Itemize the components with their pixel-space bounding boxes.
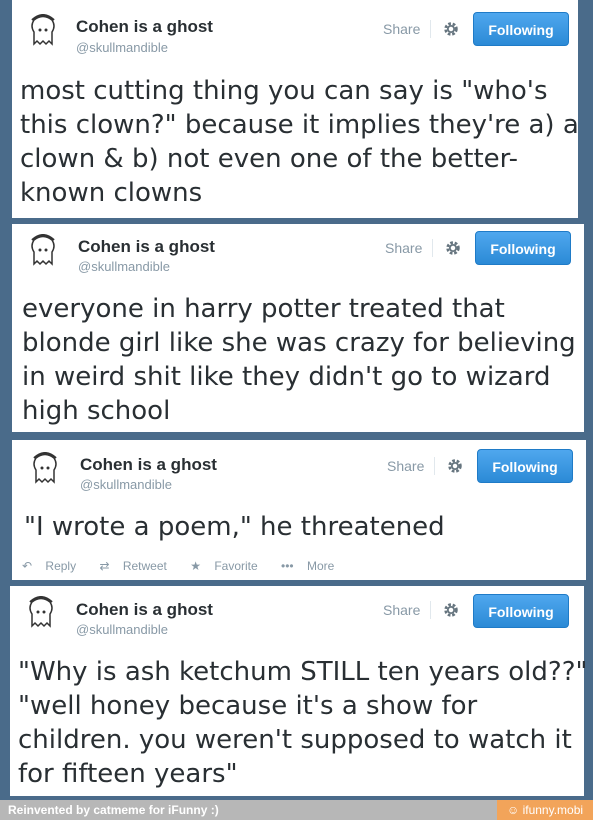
tweet-line: high school: [22, 396, 171, 426]
tweet-line: known clowns: [20, 178, 203, 208]
footer-site-badge[interactable]: ☺ ifunny.mobi: [497, 800, 593, 820]
ghost-avatar-icon[interactable]: [26, 14, 60, 50]
share-link[interactable]: Share: [387, 458, 424, 474]
tweet-line: in weird shit like they didn't go to wiz…: [22, 362, 551, 392]
divider: [430, 601, 431, 619]
tweet-text: "I wrote a poem," he threatened: [24, 510, 445, 544]
gear-icon[interactable]: [446, 457, 464, 475]
following-button[interactable]: Following: [475, 231, 571, 265]
tweet-card: Cohen is a ghost @skullmandible Share Fo…: [12, 224, 584, 432]
ellipsis-icon: •••: [281, 559, 294, 573]
tweet-line: "well honey because it's a show for: [18, 691, 478, 721]
user-name[interactable]: Cohen is a ghost: [76, 17, 213, 37]
user-name[interactable]: Cohen is a ghost: [80, 455, 217, 475]
following-button[interactable]: Following: [473, 594, 569, 628]
following-button[interactable]: Following: [473, 12, 569, 46]
gear-icon[interactable]: [442, 601, 460, 619]
tweet-line: blonde girl like she was crazy for belie…: [22, 328, 576, 358]
footer-bar: Reinvented by catmeme for iFunny :) ☺ if…: [0, 800, 593, 820]
tweet-text: everyone in harry potter treated that bl…: [22, 292, 576, 428]
following-button[interactable]: Following: [477, 449, 573, 483]
share-link[interactable]: Share: [385, 240, 422, 256]
tweet-line: everyone in harry potter treated that: [22, 294, 505, 324]
user-handle[interactable]: @skullmandible: [76, 622, 168, 637]
user-handle[interactable]: @skullmandible: [78, 259, 170, 274]
favorite-action[interactable]: ★ Favorite: [190, 559, 267, 573]
user-handle[interactable]: @skullmandible: [76, 40, 168, 55]
retweet-icon: ⇄: [99, 559, 110, 573]
user-name[interactable]: Cohen is a ghost: [78, 237, 215, 257]
reply-icon: ↶: [22, 559, 33, 573]
reply-label: Reply: [45, 559, 77, 573]
user-name[interactable]: Cohen is a ghost: [76, 600, 213, 620]
divider: [432, 239, 433, 257]
more-action[interactable]: ••• More: [281, 559, 344, 573]
ghost-avatar-icon[interactable]: [24, 596, 58, 632]
ghost-avatar-icon[interactable]: [26, 234, 60, 270]
retweet-label: Retweet: [122, 559, 167, 573]
tweet-line: children. you weren't supposed to watch …: [18, 725, 572, 755]
smiley-icon: ☺: [506, 803, 520, 817]
tweet-card: Cohen is a ghost @skullmandible Share Fo…: [12, 440, 586, 580]
tweet-line: for fifteen years": [18, 759, 238, 789]
tweet-line: most cutting thing you can say is "who's: [20, 76, 548, 106]
tweet-line: clown & b) not even one of the better-: [20, 144, 519, 174]
reply-action[interactable]: ↶ Reply: [22, 559, 86, 573]
share-link[interactable]: Share: [383, 602, 420, 618]
divider: [434, 457, 435, 475]
tweet-card: Cohen is a ghost @skullmandible Share Fo…: [10, 586, 587, 796]
share-link[interactable]: Share: [383, 21, 420, 37]
more-label: More: [306, 559, 335, 573]
star-icon: ★: [190, 559, 201, 573]
gear-icon[interactable]: [442, 20, 460, 38]
divider: [430, 20, 431, 38]
favorite-label: Favorite: [214, 559, 258, 573]
gear-icon[interactable]: [444, 239, 462, 257]
footer-site: ifunny.mobi: [522, 803, 584, 817]
tweet-text: "Why is ash ketchum STILL ten years old?…: [18, 655, 587, 791]
user-handle[interactable]: @skullmandible: [80, 477, 172, 492]
tweet-line: "Why is ash ketchum STILL ten years old?…: [18, 657, 588, 687]
tweet-text: most cutting thing you can say is "who's…: [20, 74, 579, 210]
tweet-line: this clown?" because it implies they're …: [20, 110, 579, 140]
ghost-avatar-icon[interactable]: [28, 452, 62, 488]
retweet-action[interactable]: ⇄ Retweet: [99, 559, 176, 573]
footer-credit: Reinvented by catmeme for iFunny :): [8, 803, 219, 817]
tweet-card: Cohen is a ghost @skullmandible Share Fo…: [12, 0, 579, 218]
tweet-line: "I wrote a poem," he threatened: [24, 512, 445, 542]
tweet-actions: ↶ Reply ⇄ Retweet ★ Favorite ••• More: [22, 559, 354, 573]
